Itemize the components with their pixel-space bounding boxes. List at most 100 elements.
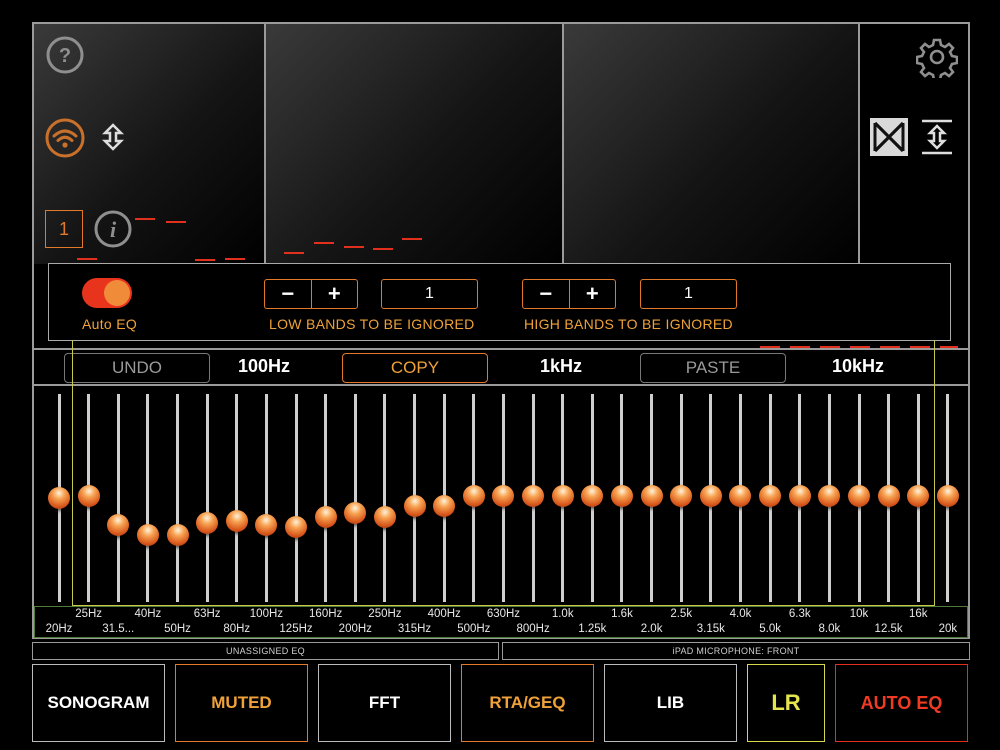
fader-knob[interactable] <box>670 484 693 507</box>
high-bands-value[interactable]: 1 <box>640 279 737 309</box>
fader-knob[interactable] <box>166 524 189 547</box>
band-label: 315Hz <box>397 623 432 635</box>
auto-eq-toggle-label: Auto EQ <box>82 316 138 332</box>
band-label: 4.0k <box>729 608 752 620</box>
band-label: 160Hz <box>309 608 343 620</box>
fader-knob[interactable] <box>225 509 248 532</box>
low-bands-minus-button[interactable]: − <box>265 280 311 308</box>
fader-track[interactable] <box>235 394 239 602</box>
lr-button[interactable]: LR <box>747 664 825 742</box>
info-icon: i <box>94 210 132 248</box>
vertical-arrows-button[interactable] <box>96 120 130 154</box>
settings-gear-icon <box>916 38 958 78</box>
band-label: 630Hz <box>486 608 521 620</box>
fader-track[interactable] <box>324 394 328 602</box>
sonogram-button[interactable]: SONOGRAM <box>32 664 165 742</box>
band-label: 2.0k <box>640 623 663 635</box>
low-bands-plus-button[interactable]: + <box>310 280 358 308</box>
fader-knob[interactable] <box>610 484 633 507</box>
bowtie-mode-button[interactable] <box>869 117 909 157</box>
band-label: 250Hz <box>368 608 402 620</box>
fader-knob[interactable] <box>699 484 722 507</box>
display-divider <box>858 24 860 264</box>
settings-button[interactable] <box>914 34 960 80</box>
fader-track[interactable] <box>205 394 209 602</box>
svg-text:?: ? <box>59 45 71 67</box>
fader-knob[interactable] <box>285 516 308 539</box>
display-divider <box>562 24 564 264</box>
band-label: 5.0k <box>759 623 781 635</box>
band-label: 6.3k <box>788 608 811 620</box>
fader-knob[interactable] <box>314 505 337 528</box>
fader-knob[interactable] <box>907 484 930 507</box>
fader-knob[interactable] <box>640 484 663 507</box>
fader-track[interactable] <box>353 394 357 602</box>
band-label: 20Hz <box>45 623 73 635</box>
fader-knob[interactable] <box>877 484 900 507</box>
fader-track[interactable] <box>294 394 298 602</box>
spectrum-marker <box>77 258 97 260</box>
expand-vertical-button[interactable] <box>917 117 957 157</box>
bowtie-icon <box>870 118 908 156</box>
band-label: 1.6k <box>611 608 633 620</box>
high-bands-plus-button[interactable]: + <box>568 280 616 308</box>
high-bands-stepper[interactable]: − + <box>522 279 616 309</box>
band-label: 20k <box>938 623 958 635</box>
toggle-knob <box>104 280 130 306</box>
low-bands-stepper[interactable]: − + <box>264 279 358 309</box>
spectrum-marker <box>225 258 245 260</box>
copy-button[interactable]: COPY <box>342 353 488 383</box>
fader-knob[interactable] <box>196 511 219 534</box>
band-label: 1.0k <box>551 608 574 620</box>
info-button[interactable]: i <box>92 208 134 250</box>
fader-track[interactable] <box>264 394 268 602</box>
band-label: 1.25k <box>578 623 607 635</box>
muted-button[interactable]: MUTED <box>175 664 308 742</box>
band-label: 10k <box>849 608 869 620</box>
spectrum-marker <box>373 248 393 250</box>
fader-track[interactable] <box>116 394 120 602</box>
vertical-arrows-icon <box>101 123 125 151</box>
fader-track[interactable] <box>383 394 387 602</box>
fader-knob[interactable] <box>403 495 426 518</box>
band-label: 2.5k <box>670 608 693 620</box>
band-label: 25Hz <box>75 608 103 620</box>
display-panel-center-right <box>564 24 858 264</box>
fader-knob[interactable] <box>77 484 100 507</box>
paste-button[interactable]: PASTE <box>640 353 786 383</box>
fader-knob[interactable] <box>788 484 811 507</box>
wifi-button[interactable] <box>44 117 86 159</box>
auto-eq-toggle[interactable] <box>82 278 132 308</box>
auto-eq-button[interactable]: AUTO EQ <box>835 664 968 742</box>
fader-knob[interactable] <box>344 501 367 524</box>
band-label: 31.5... <box>102 623 135 635</box>
help-icon: ? <box>46 36 84 74</box>
channel-number-box[interactable]: 1 <box>45 210 83 248</box>
fader-knob[interactable] <box>462 484 485 507</box>
lib-button[interactable]: LIB <box>604 664 737 742</box>
fft-button[interactable]: FFT <box>318 664 451 742</box>
spectrum-marker <box>166 221 186 223</box>
fader-knob[interactable] <box>848 484 870 507</box>
fader-track[interactable] <box>146 394 150 602</box>
fader-knob[interactable] <box>48 487 70 509</box>
band-label: 12.5k <box>874 623 903 635</box>
band-label: 100Hz <box>249 608 284 620</box>
fader-knob[interactable] <box>759 484 782 507</box>
spectrum-marker <box>135 218 155 220</box>
freq-marker-100hz: 100Hz <box>238 356 291 376</box>
fader-knob[interactable] <box>551 484 574 507</box>
fader-knob[interactable] <box>522 484 545 507</box>
low-bands-value[interactable]: 1 <box>381 279 478 309</box>
spectrum-marker <box>344 246 364 248</box>
fader-track[interactable] <box>176 394 180 602</box>
input-source-status[interactable]: iPAD MICROPHONE: FRONT <box>502 642 970 660</box>
band-label: 40Hz <box>134 608 162 620</box>
high-bands-minus-button[interactable]: − <box>523 280 569 308</box>
fader-knob[interactable] <box>936 484 959 507</box>
band-label: 400Hz <box>427 608 461 620</box>
rta-geq-button[interactable]: RTA/GEQ <box>461 664 594 742</box>
help-button[interactable]: ? <box>44 34 86 76</box>
undo-button[interactable]: UNDO <box>64 353 210 383</box>
fader-knob[interactable] <box>373 505 396 528</box>
